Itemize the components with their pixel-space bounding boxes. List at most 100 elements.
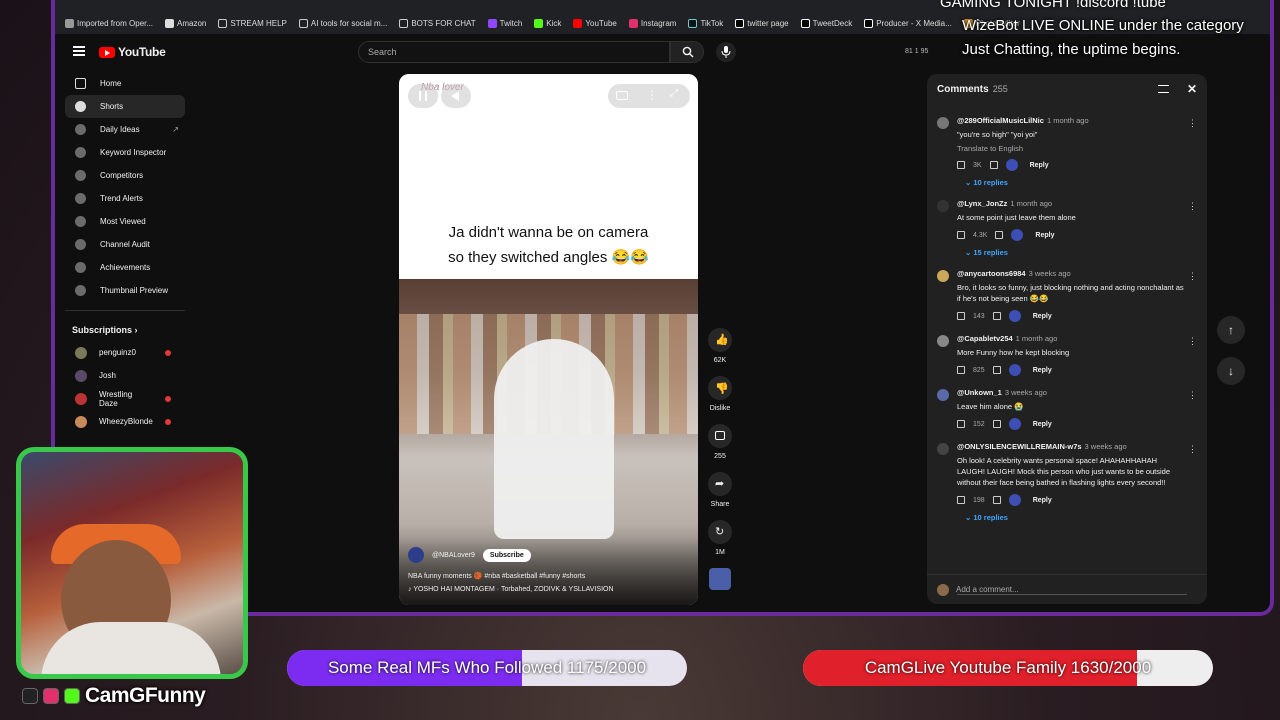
avatar[interactable] — [937, 389, 949, 401]
bookmark-twitch[interactable]: Twitch — [487, 18, 522, 28]
avatar[interactable] — [937, 443, 949, 455]
view-replies-button[interactable]: ⌄ 10 replies — [957, 178, 1187, 187]
sidebar-item-channel-audit[interactable]: Channel Audit — [65, 233, 185, 256]
search-icon — [682, 46, 694, 58]
thumbs-down-icon[interactable] — [992, 366, 1001, 374]
vidiq-icon — [75, 124, 86, 135]
sort-icon[interactable] — [1157, 85, 1169, 93]
youtube-play-icon — [99, 46, 115, 58]
bookmark-imported[interactable]: Imported from Oper... — [65, 18, 153, 28]
subscribe-button[interactable]: Subscribe — [482, 548, 531, 562]
live-icon — [165, 349, 171, 356]
sound-thumbnail[interactable] — [709, 568, 731, 590]
thumbs-down-icon[interactable] — [989, 161, 998, 169]
dislike-button[interactable]: 👎 — [708, 376, 732, 400]
volume-button[interactable] — [441, 84, 471, 108]
sidebar-item-thumbnail-preview[interactable]: Thumbnail Preview — [65, 279, 185, 302]
thumbs-up-icon[interactable] — [957, 496, 965, 504]
bookmark-youtube[interactable]: YouTube — [573, 18, 617, 28]
sidebar-item-most-viewed[interactable]: Most Viewed — [65, 210, 185, 233]
avatar[interactable] — [937, 335, 949, 347]
thumbs-up-icon[interactable] — [957, 312, 965, 320]
reply-button[interactable]: Reply — [1033, 313, 1052, 320]
comment-author[interactable]: @anycartoons6984 — [957, 269, 1026, 278]
reply-button[interactable]: Reply — [1035, 232, 1054, 239]
comment-author[interactable]: @ONLYSILENCEWILLREMAIN-w7s — [957, 442, 1082, 451]
more-icon[interactable]: ⋮ — [646, 88, 658, 102]
pause-button[interactable] — [408, 84, 438, 108]
subscription-item[interactable]: Wrestling Daze — [65, 387, 185, 410]
bookmark-kick[interactable]: Kick — [534, 18, 561, 28]
comment-menu-icon[interactable]: ⋮ — [1188, 201, 1197, 212]
translate-link[interactable]: Translate to English — [957, 144, 1187, 153]
comment-author[interactable]: @Capabletv254 — [957, 334, 1013, 343]
thumbs-down-icon[interactable] — [995, 231, 1004, 239]
comment-author[interactable]: @Unkown_1 — [957, 388, 1002, 397]
thumbs-down-icon[interactable] — [992, 312, 1001, 320]
bookmark-bots[interactable]: BOTS FOR CHAT — [399, 18, 476, 28]
youtube-logo[interactable]: YouTube — [99, 45, 166, 59]
captions-icon[interactable] — [616, 91, 628, 100]
sidebar-item-shorts[interactable]: Shorts — [65, 95, 185, 118]
bookmark-ai-tools[interactable]: AI tools for social m... — [298, 18, 387, 28]
subscription-item[interactable]: Josh — [65, 364, 185, 387]
reply-button[interactable]: Reply — [1030, 162, 1049, 169]
sidebar-item-daily-ideas[interactable]: Daily Ideas ↗ — [65, 118, 185, 141]
like-button[interactable]: 👍 — [708, 328, 732, 352]
comment-menu-icon[interactable]: ⋮ — [1188, 390, 1197, 401]
previous-short-button[interactable]: ↑ — [1217, 316, 1245, 344]
short-music[interactable]: ♪ YOSHO HAI MONTAGEM · Torbahed, ZODIVK … — [408, 586, 689, 593]
bookmark-amazon[interactable]: Amazon — [165, 18, 206, 28]
sidebar-item-keyword-inspector[interactable]: Keyword Inspector — [65, 141, 185, 164]
thumbs-down-icon[interactable] — [992, 420, 1001, 428]
share-button[interactable]: ➦ — [708, 472, 732, 496]
sidebar-item-competitors[interactable]: Competitors — [65, 164, 185, 187]
thumbs-up-icon[interactable] — [957, 231, 965, 239]
menu-icon[interactable] — [73, 46, 85, 56]
avatar — [75, 415, 87, 428]
comment-menu-icon[interactable]: ⋮ — [1188, 336, 1197, 347]
search-button[interactable] — [670, 41, 704, 63]
comment-author[interactable]: @Lynx_JonZz — [957, 199, 1007, 208]
thumbs-up-icon[interactable] — [957, 366, 965, 374]
add-comment-field[interactable]: Add a comment... — [927, 574, 1207, 604]
remix-button[interactable]: ↻ — [708, 520, 732, 544]
short-video-player[interactable]: Nba lover ⋮ ⤢ Ja didn't wanna be on came… — [399, 74, 698, 605]
avatar[interactable] — [937, 200, 949, 212]
avatar[interactable] — [937, 117, 949, 129]
channel-name[interactable]: @NBALover9 — [432, 552, 475, 559]
view-replies-button[interactable]: ⌄ 10 replies — [957, 513, 1187, 522]
bookmark-twitter[interactable]: twitter page — [735, 18, 789, 28]
comment-menu-icon[interactable]: ⋮ — [1188, 118, 1197, 129]
sidebar-item-achievements[interactable]: Achievements — [65, 256, 185, 279]
comment-menu-icon[interactable]: ⋮ — [1188, 444, 1197, 455]
thumbs-up-icon[interactable] — [957, 420, 965, 428]
thumbs-up-icon[interactable] — [957, 161, 965, 169]
comment-menu-icon[interactable]: ⋮ — [1188, 271, 1197, 282]
avatar[interactable] — [937, 270, 949, 282]
reply-button[interactable]: Reply — [1033, 497, 1052, 504]
channel-avatar[interactable] — [408, 547, 424, 563]
thumbs-down-icon[interactable] — [992, 496, 1001, 504]
search-input[interactable]: Search — [358, 41, 670, 63]
view-replies-button[interactable]: ⌄ 15 replies — [957, 248, 1187, 257]
bookmark-stream-help[interactable]: STREAM HELP — [218, 18, 287, 28]
comment-author[interactable]: @289OfficialMusicLilNic — [957, 116, 1044, 125]
bookmark-tiktok[interactable]: TikTok — [688, 18, 723, 28]
sidebar-item-home[interactable]: Home — [65, 72, 185, 95]
subscription-item[interactable]: penguinz0 — [65, 341, 185, 364]
subscription-item[interactable]: WheezyBlonde — [65, 410, 185, 433]
reply-button[interactable]: Reply — [1033, 421, 1052, 428]
short-title[interactable]: NBA funny moments 🏀 #nba #basketball #fu… — [408, 572, 689, 580]
subscriptions-heading[interactable]: Subscriptions › — [65, 310, 185, 341]
close-icon[interactable]: ✕ — [1187, 82, 1197, 96]
bookmark-tweetdeck[interactable]: TweetDeck — [800, 18, 852, 28]
sidebar-item-trend-alerts[interactable]: Trend Alerts — [65, 187, 185, 210]
voice-search-button[interactable] — [716, 42, 736, 62]
bookmark-producer[interactable]: Producer - X Media... — [864, 18, 952, 28]
bookmark-instagram[interactable]: Instagram — [628, 18, 676, 28]
reply-button[interactable]: Reply — [1033, 367, 1052, 374]
comments-button[interactable] — [708, 424, 732, 448]
fullscreen-icon[interactable]: ⤢ — [670, 88, 678, 99]
next-short-button[interactable]: ↓ — [1217, 357, 1245, 385]
